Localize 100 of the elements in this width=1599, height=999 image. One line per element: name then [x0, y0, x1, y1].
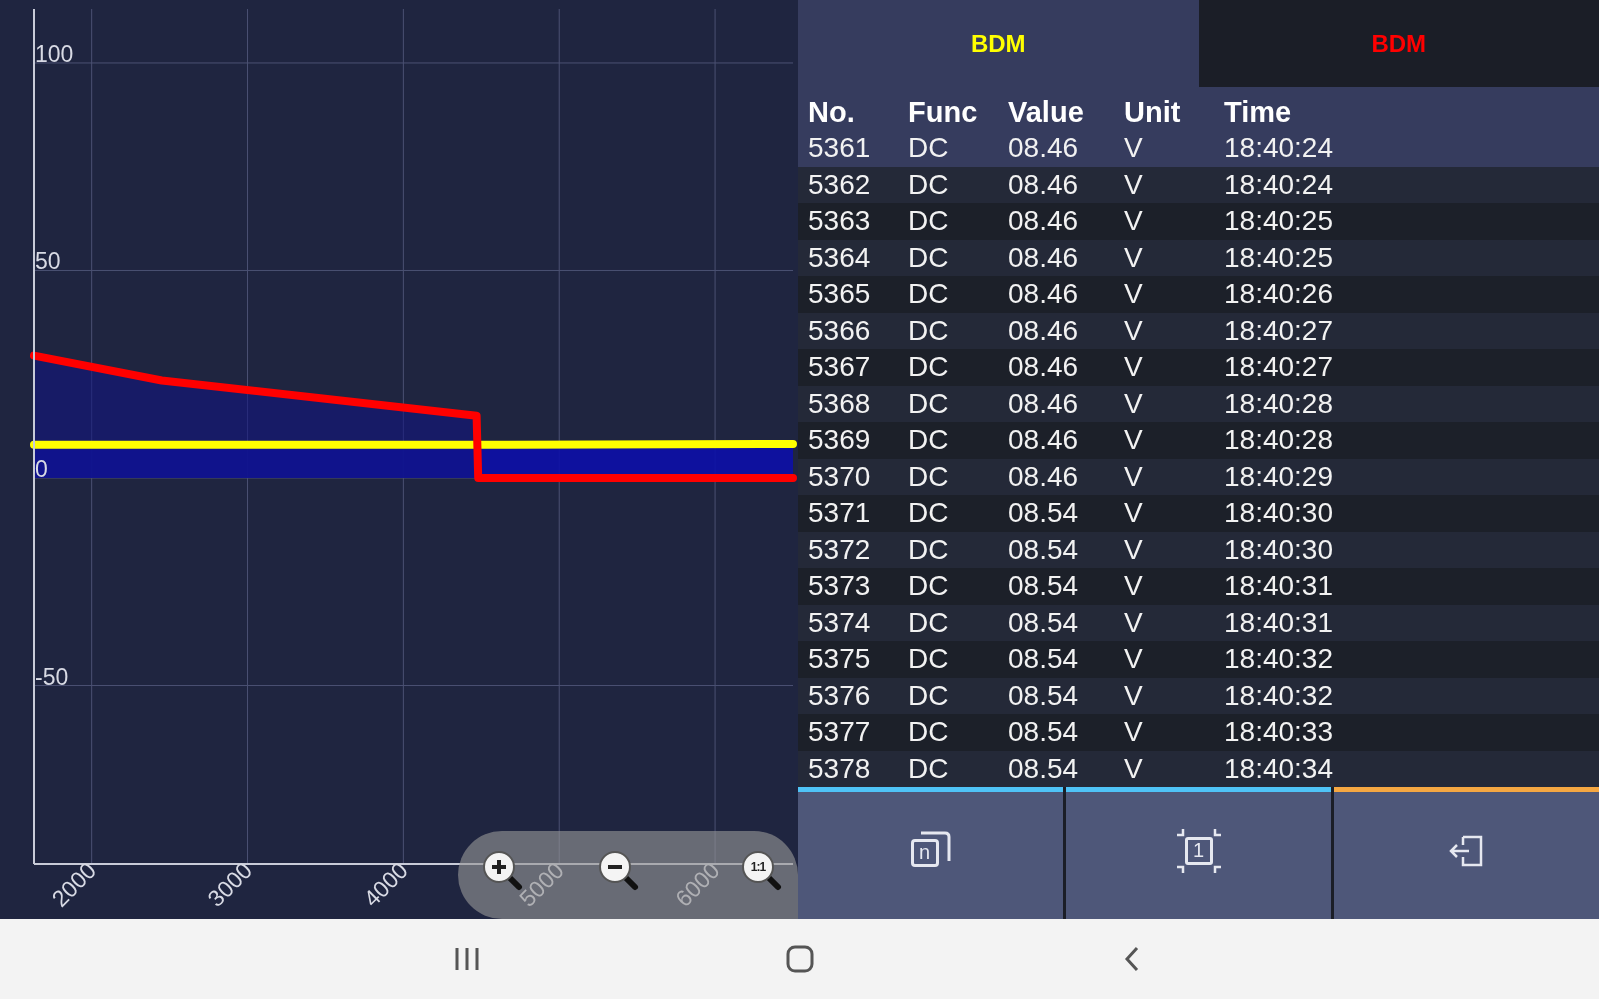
table-cell-text: DC [908, 278, 950, 311]
column-header: Time [1224, 95, 1293, 130]
table-cell-text: DC [908, 387, 950, 420]
table-cell-text: 08.46 [1008, 278, 1080, 311]
table-cell-text: DC [908, 205, 950, 238]
table-cell-text: DC [908, 241, 950, 274]
table-cell-text: DC [908, 132, 950, 165]
table-cell-text: V [1124, 387, 1144, 420]
table-cell-text: V [1124, 314, 1144, 347]
tab[interactable]: BDM [798, 0, 1199, 87]
exit-button[interactable] [1334, 787, 1599, 919]
table-cell-text: V [1124, 606, 1144, 639]
table-cell-text: 08.46 [1008, 314, 1080, 347]
table-cell-text: V [1124, 497, 1144, 530]
table-cell-text: 18:40:28 [1224, 387, 1334, 420]
table-cell-text: DC [908, 168, 950, 201]
table-cell-text: 08.54 [1008, 679, 1080, 712]
table-cell-text: 18:40:28 [1224, 424, 1334, 457]
table-cell-text: 18:40:31 [1224, 606, 1334, 639]
table-cell-text: DC [908, 606, 950, 639]
table-cell-text: 08.54 [1008, 716, 1080, 749]
table-cell-text: V [1124, 351, 1144, 384]
axis-label: -50 [35, 663, 69, 690]
table-cell-text: V [1124, 278, 1144, 311]
table-cell-text: 5375 [808, 643, 872, 676]
table-row[interactable]: 5362 DC 08.46 V 18:40:24 [798, 166, 1599, 203]
table-cell-text: 18:40:27 [1224, 351, 1334, 384]
table-cell-text: 18:40:33 [1224, 716, 1334, 749]
table-cell-text: 08.54 [1008, 752, 1080, 785]
table-cell-text: DC [908, 424, 950, 457]
table-row[interactable]: 5368 DC 08.46 V 18:40:28 [798, 385, 1599, 422]
table-cell-text: 18:40:29 [1224, 460, 1334, 493]
column-header: Unit [1124, 95, 1182, 130]
table-cell-text: 18:40:25 [1224, 241, 1334, 274]
table-cell-text: 5368 [808, 387, 872, 420]
table-cell-text: V [1124, 132, 1144, 165]
table-cell-text: 08.46 [1008, 132, 1080, 165]
table-cell-text: V [1124, 752, 1144, 785]
table-cell-text: 5361 [808, 132, 872, 165]
table-cell-text: V [1124, 679, 1144, 712]
table-cell-text: 5371 [808, 497, 872, 530]
table-cell-text: 18:40:30 [1224, 497, 1334, 530]
column-header: No. [808, 95, 856, 130]
table-cell-text: 5367 [808, 351, 872, 384]
table-row[interactable]: 5378 DC 08.54 V 18:40:34 [798, 750, 1599, 787]
table-row[interactable]: 5361 DC 08.46 V 18:40:24 [798, 130, 1599, 167]
table-cell-text: 5374 [808, 606, 872, 639]
table-cell-text: 5376 [808, 679, 872, 712]
table-cell-text: V [1124, 168, 1144, 201]
table-cell-text: 18:40:27 [1224, 314, 1334, 347]
table-cell-text: DC [908, 643, 950, 676]
table-cell-text: 08.54 [1008, 533, 1080, 566]
table-row[interactable]: 5366 DC 08.46 V 18:40:27 [798, 312, 1599, 349]
table-row[interactable]: 5364 DC 08.46 V 18:40:25 [798, 239, 1599, 276]
table-cell-text: DC [908, 497, 950, 530]
table-cell-text: 18:40:32 [1224, 643, 1334, 676]
table-cell-text: 18:40:24 [1224, 168, 1334, 201]
table-cell-text: 18:40:32 [1224, 679, 1334, 712]
table-row[interactable]: 5374 DC 08.54 V 18:40:31 [798, 604, 1599, 641]
table-row[interactable]: 5376 DC 08.54 V 18:40:32 [798, 677, 1599, 714]
table-cell-text: 08.54 [1008, 643, 1080, 676]
table-cell-text: DC [908, 460, 950, 493]
table-cell-text: 08.46 [1008, 387, 1080, 420]
table-cell-text: DC [908, 351, 950, 384]
copies-button[interactable]: n [798, 787, 1063, 919]
table-cell-text: 08.54 [1008, 606, 1080, 639]
column-header: Value [1008, 95, 1085, 130]
table-cell-text: 18:40:31 [1224, 570, 1334, 603]
axis-label: 100 [35, 40, 74, 67]
table-cell-text: 08.46 [1008, 424, 1080, 457]
table-cell-text: 08.46 [1008, 241, 1080, 274]
table-cell-text: 5363 [808, 205, 872, 238]
table-cell-text: DC [908, 570, 950, 603]
table-cell-text: 5377 [808, 716, 872, 749]
table-cell-text: V [1124, 460, 1144, 493]
table-cell-text: 08.54 [1008, 570, 1080, 603]
table-cell-text: 08.46 [1008, 168, 1080, 201]
tab[interactable]: BDM [1198, 0, 1599, 87]
table-cell-text: DC [908, 716, 950, 749]
table-cell-text: 18:40:34 [1224, 752, 1334, 785]
table-cell-text: V [1124, 643, 1144, 676]
frame-button[interactable]: 1 [1066, 787, 1331, 919]
table-cell-text: V [1124, 424, 1144, 457]
table-cell-text: 18:40:24 [1224, 132, 1334, 165]
table-cell-text: 08.46 [1008, 351, 1080, 384]
table-cell-text: 5365 [808, 278, 872, 311]
column-header: Func [908, 95, 979, 130]
table-cell-text: 5370 [808, 460, 872, 493]
home-icon [784, 944, 815, 974]
table-cell-text: 08.46 [1008, 460, 1080, 493]
table-cell-text: V [1124, 205, 1144, 238]
table-cell-text: DC [908, 314, 950, 347]
table-row[interactable]: 5370 DC 08.46 V 18:40:29 [798, 458, 1599, 495]
table-cell-text: 5362 [808, 168, 872, 201]
table-cell-text: V [1124, 570, 1144, 603]
table-cell-text: 5364 [808, 241, 872, 274]
table-cell-text: 18:40:30 [1224, 533, 1334, 566]
table-cell-text: 18:40:25 [1224, 205, 1334, 238]
table-cell-text: 08.54 [1008, 497, 1080, 530]
table-row[interactable]: 5372 DC 08.54 V 18:40:30 [798, 531, 1599, 568]
